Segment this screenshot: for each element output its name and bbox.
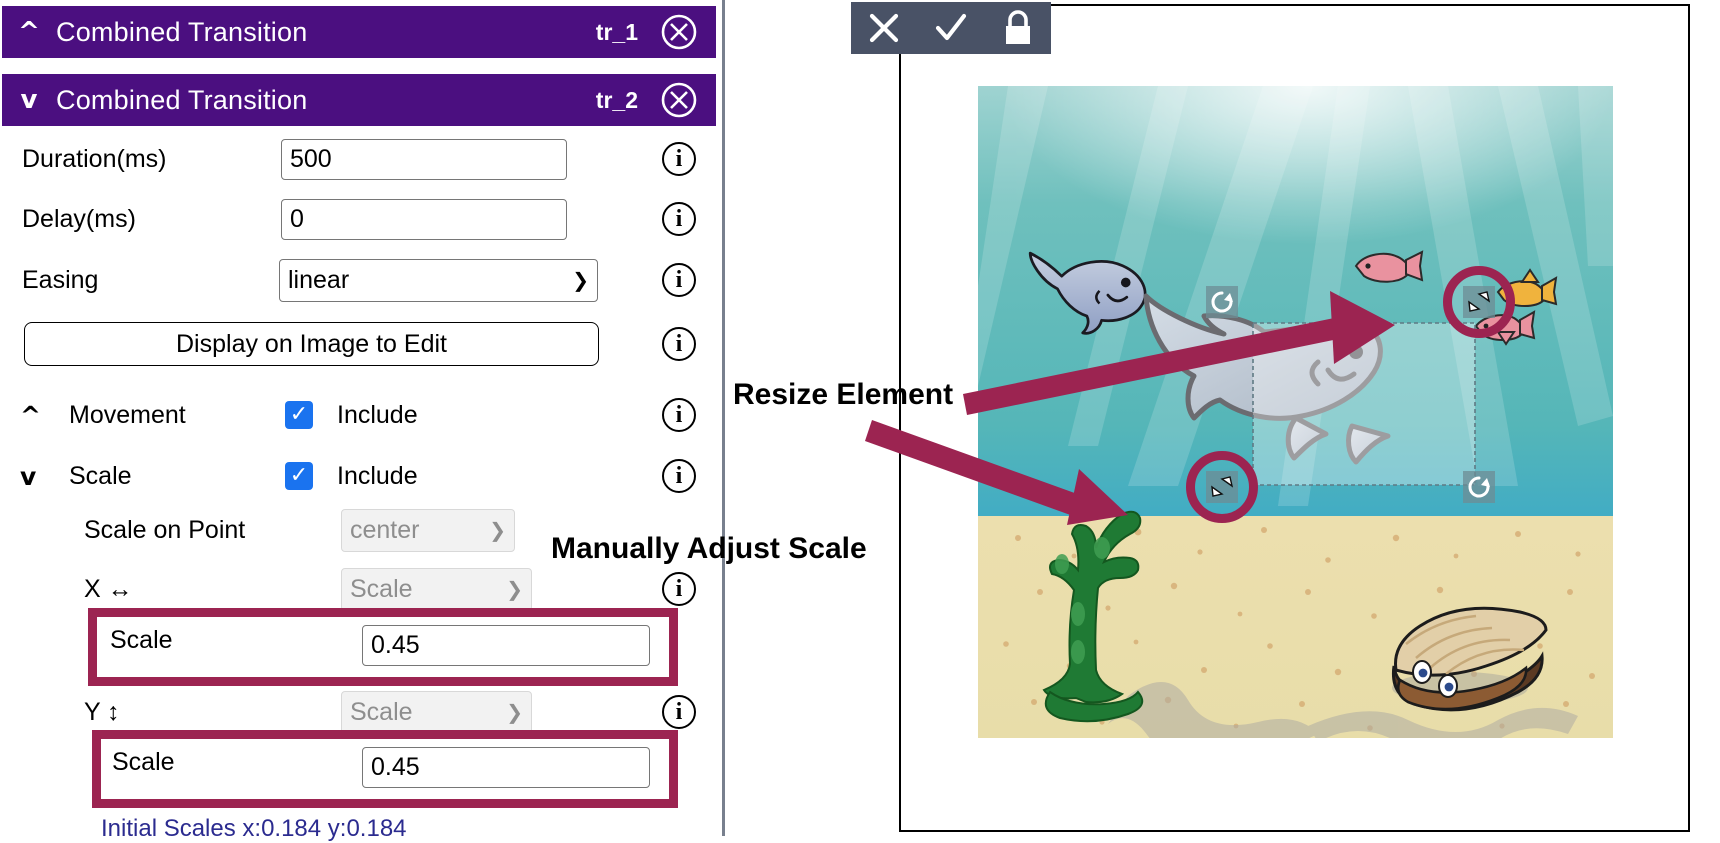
annotation-arrow-bottom (865, 420, 1128, 525)
annotation-manually-adjust-scale: Manually Adjust Scale (551, 532, 867, 565)
annotation-resize-element: Resize Element (733, 378, 954, 411)
